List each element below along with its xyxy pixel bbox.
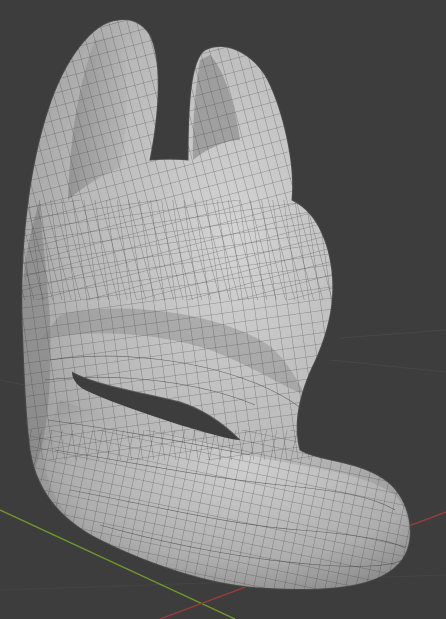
- viewport-canvas[interactable]: [0, 0, 446, 619]
- fox-mask-mesh-icon[interactable]: [0, 0, 446, 619]
- 3d-viewport[interactable]: [0, 0, 446, 619]
